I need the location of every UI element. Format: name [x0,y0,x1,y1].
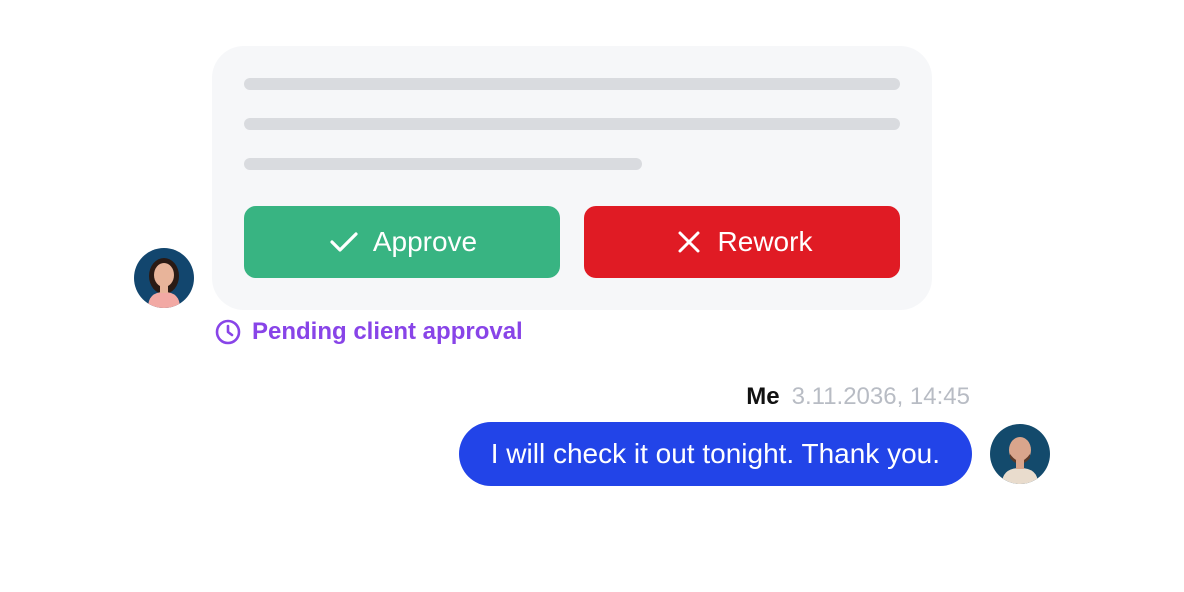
check-icon [327,225,361,259]
approval-card: Approve Rework [212,46,932,310]
my-avatar[interactable] [990,424,1050,484]
sender-name: Me [746,383,780,410]
clock-icon [214,318,242,346]
message-timestamp: 3.11.2036, 14:45 [791,383,970,410]
skeleton-line [244,158,642,170]
status-text: Pending client approval [252,318,523,345]
approve-label: Approve [372,226,478,257]
message-bubble[interactable]: I will check it out tonight. Thank you. [458,422,972,486]
approve-button[interactable]: Approve [244,206,560,278]
message-meta: Me 3.11.2036, 14:45 [746,383,970,411]
skeleton-line [244,118,900,130]
skeleton-line [244,78,900,90]
rework-button[interactable]: Rework [584,206,900,278]
close-icon [672,225,706,259]
approval-status: Pending client approval [214,318,523,346]
message-text: I will check it out tonight. Thank you. [490,438,940,469]
rework-label: Rework [717,226,813,257]
client-avatar[interactable] [134,248,194,308]
chat-view: Approve Rework Pending client approval M… [0,0,1184,592]
